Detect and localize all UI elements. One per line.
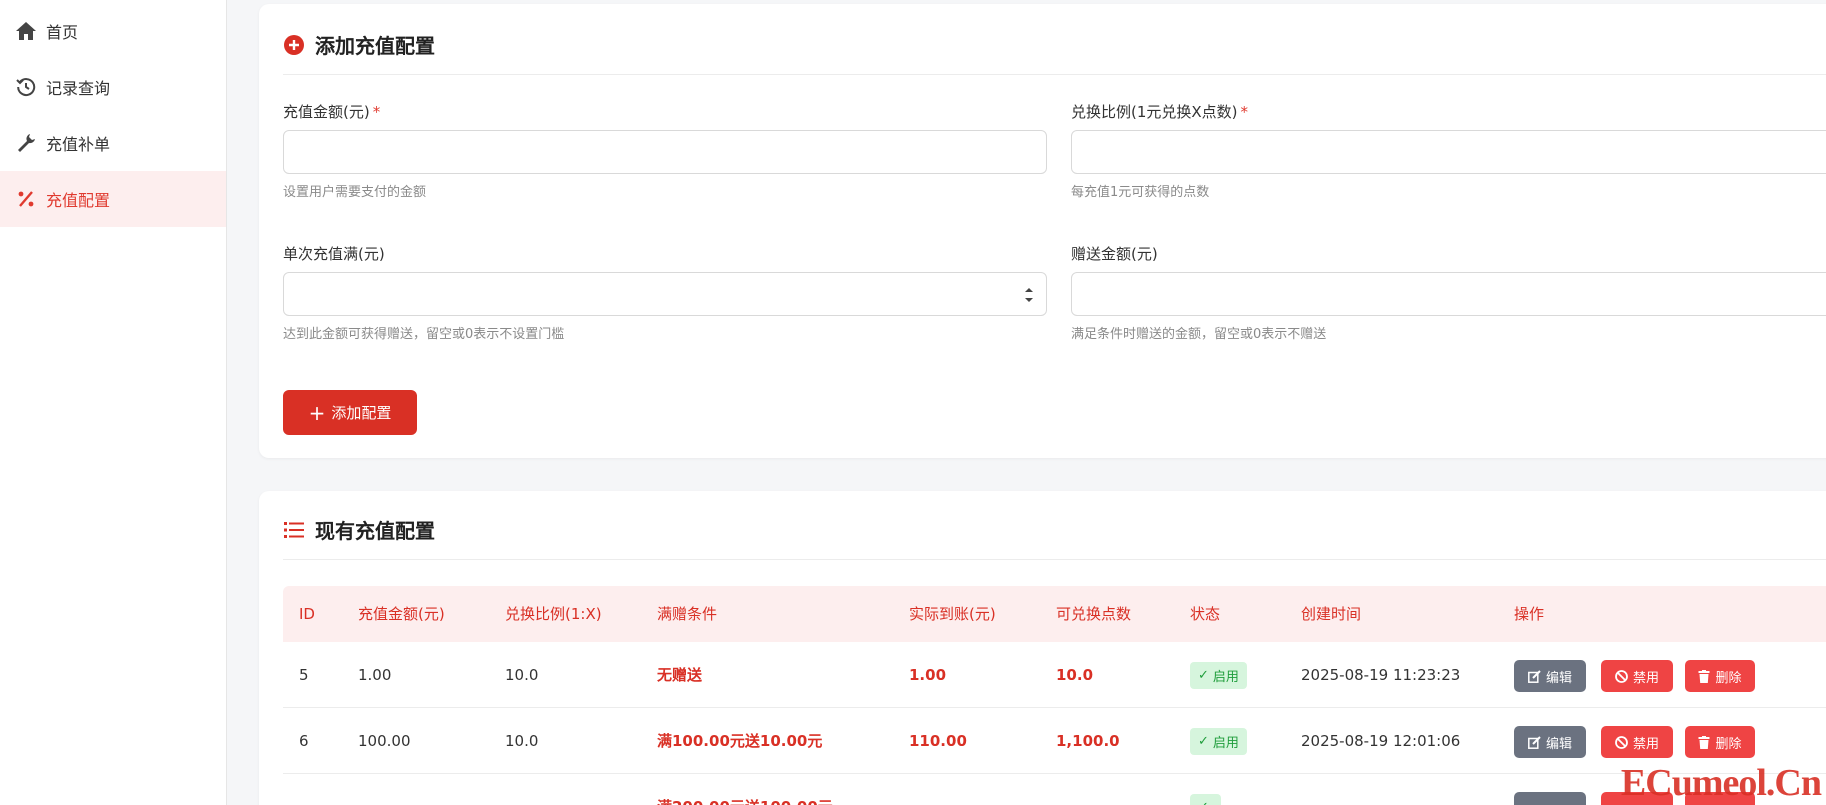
cell-ratio: 10.0 (505, 732, 539, 750)
threshold-hint: 达到此金额可获得赠送，留空或0表示不设置门槛 (283, 327, 565, 342)
edit-icon (1528, 735, 1541, 749)
plus-icon: + (308, 400, 326, 425)
table-row: 5 1.00 10.0 无赠送 1.00 10.0 ✓ 启用 2025-08-19… (283, 642, 1826, 708)
cell-amount: 1.00 (358, 666, 392, 684)
trash-icon (1698, 669, 1710, 683)
cell-condition: 满200.00元送100.00元 (657, 774, 833, 805)
cell-created: 2025-08-19 11:23:23 (1301, 666, 1461, 684)
edit-button[interactable] (1514, 792, 1586, 805)
cell-id: 5 (299, 666, 309, 684)
ratio-input[interactable] (1071, 130, 1826, 174)
status-badge: ✓ (1190, 794, 1221, 805)
ban-icon (1615, 735, 1628, 749)
sidebar-item-label: 充值补单 (46, 135, 111, 154)
sidebar-item-label: 首页 (46, 23, 79, 42)
delete-button[interactable]: 删除 (1685, 660, 1755, 692)
add-config-card: 添加充值配置 充值金额(元) * 设置用户需要支付的金额 兑换比例(1元兑换X点数… (259, 4, 1826, 458)
status-badge: ✓ 启用 (1190, 662, 1247, 689)
config-list-title: 现有充值配置 (283, 515, 435, 544)
table-header: ID 充值金额(元) 兑换比例(1:X) 满赠条件 实际到账(元) 可兑换点数 … (283, 586, 1826, 642)
col-points: 可兑换点数 (1056, 605, 1132, 623)
home-icon (14, 19, 38, 43)
status-badge: ✓ 启用 (1190, 728, 1247, 755)
ratio-label: 兑换比例(1元兑换X点数) * (1071, 103, 1249, 121)
add-config-button[interactable]: + 添加配置 (283, 390, 417, 435)
cell-condition: 满100.00元送10.00元 (657, 732, 823, 750)
wrench-icon (14, 131, 38, 155)
cell-amount: 100.00 (358, 732, 411, 750)
amount-input[interactable] (283, 130, 1047, 174)
title-divider (283, 74, 1826, 75)
delete-button[interactable]: 删除 (1685, 726, 1755, 758)
col-status: 状态 (1190, 605, 1221, 623)
table-row: 6 100.00 10.0 满100.00元送10.00元 110.00 1,1… (283, 708, 1826, 774)
edit-button[interactable]: 编辑 (1514, 726, 1586, 758)
check-icon: ✓ (1198, 800, 1209, 805)
sidebar-item-history[interactable]: 记录查询 (0, 59, 226, 115)
cell-created: 2025-08-19 12:01:06 (1301, 732, 1461, 750)
cell-points: 1,100.0 (1056, 732, 1120, 750)
col-actual: 实际到账(元) (909, 605, 996, 623)
col-ratio: 兑换比例(1:X) (505, 605, 602, 623)
amount-label: 充值金额(元) * (283, 103, 381, 121)
watermark: ECumeol.Cn (1620, 762, 1822, 804)
edit-button[interactable]: 编辑 (1514, 660, 1586, 692)
sidebar: 首页 记录查询 充值补单 充值配置 (0, 0, 227, 805)
sidebar-item-label: 记录查询 (46, 79, 111, 98)
history-icon (14, 75, 38, 99)
sidebar-item-config[interactable]: 充值配置 (0, 171, 226, 227)
bonus-input[interactable] (1071, 272, 1826, 316)
sidebar-item-supplement[interactable]: 充值补单 (0, 115, 226, 171)
ratio-hint: 每充值1元可获得的点数 (1071, 185, 1210, 200)
cell-points: 10.0 (1056, 666, 1094, 684)
col-amount: 充值金额(元) (358, 605, 445, 623)
plus-circle-icon (283, 34, 305, 56)
disable-button[interactable]: 禁用 (1601, 726, 1673, 758)
trash-icon (1698, 735, 1710, 749)
disable-button[interactable]: 禁用 (1601, 660, 1673, 692)
col-actions: 操作 (1514, 605, 1545, 623)
cell-id: 6 (299, 732, 309, 750)
check-icon: ✓ (1198, 734, 1209, 749)
percent-icon (14, 187, 38, 211)
col-condition: 满赠条件 (657, 605, 718, 623)
edit-icon (1528, 669, 1541, 683)
bonus-label: 赠送金额(元) (1071, 245, 1158, 263)
cell-actual: 1.00 (909, 666, 947, 684)
cell-condition: 无赠送 (657, 666, 703, 684)
col-created: 创建时间 (1301, 605, 1362, 623)
col-id: ID (299, 605, 315, 623)
ban-icon (1615, 669, 1628, 683)
number-spinner[interactable] (1024, 287, 1034, 303)
threshold-input[interactable] (283, 272, 1047, 316)
config-list-card: 现有充值配置 ID 充值金额(元) 兑换比例(1:X) 满赠条件 实际到账(元)… (259, 491, 1826, 805)
check-icon: ✓ (1198, 668, 1209, 683)
sidebar-item-home[interactable]: 首页 (0, 3, 226, 59)
threshold-label: 单次充值满(元) (283, 245, 385, 263)
list-icon (283, 519, 305, 541)
table-row: 满200.00元送100.00元 ✓ (283, 774, 1826, 805)
title-divider (283, 559, 1826, 560)
sidebar-item-label: 充值配置 (46, 191, 111, 210)
amount-hint: 设置用户需要支付的金额 (283, 185, 427, 200)
bonus-hint: 满足条件时赠送的金额，留空或0表示不赠送 (1071, 327, 1327, 342)
add-config-title: 添加充值配置 (283, 30, 435, 59)
cell-actual: 110.00 (909, 732, 967, 750)
cell-ratio: 10.0 (505, 666, 539, 684)
